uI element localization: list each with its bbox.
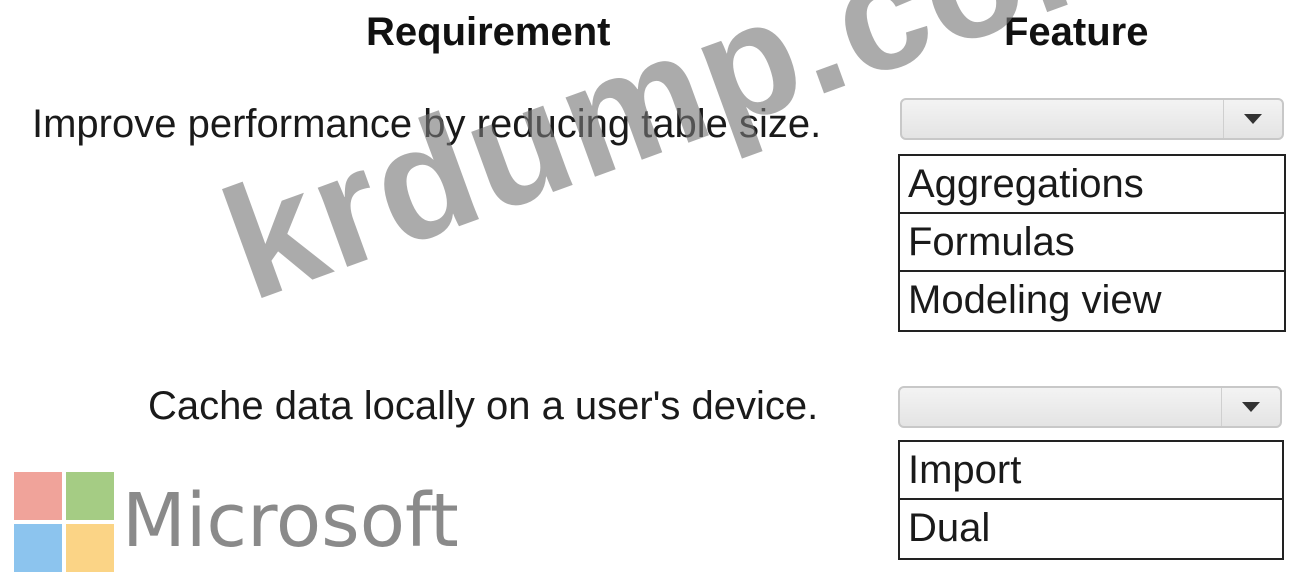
- option-list-2: Import Dual: [898, 440, 1284, 560]
- chevron-down-icon: [1242, 402, 1260, 412]
- feature-dropdown-1[interactable]: [900, 98, 1284, 140]
- feature-dropdown-2[interactable]: [898, 386, 1282, 428]
- logo-square-blue: [14, 524, 62, 572]
- option-formulas[interactable]: Formulas: [900, 214, 1284, 272]
- requirement-header: Requirement: [366, 10, 611, 54]
- microsoft-logo-icon: [14, 472, 114, 572]
- option-list-1: Aggregations Formulas Modeling view: [898, 154, 1286, 332]
- option-dual[interactable]: Dual: [900, 500, 1282, 558]
- logo-square-yellow: [66, 524, 114, 572]
- option-aggregations[interactable]: Aggregations: [900, 156, 1284, 214]
- requirement-text-1: Improve performance by reducing table si…: [32, 102, 822, 146]
- logo-square-red: [14, 472, 62, 520]
- option-import[interactable]: Import: [900, 442, 1282, 500]
- dropdown-toggle-2[interactable]: [1221, 388, 1280, 426]
- feature-header: Feature: [1004, 10, 1149, 54]
- microsoft-wordmark: Microsoft: [122, 478, 459, 564]
- dropdown-toggle-1[interactable]: [1223, 100, 1282, 138]
- chevron-down-icon: [1244, 114, 1262, 124]
- requirement-text-2: Cache data locally on a user's device.: [148, 384, 819, 428]
- option-modeling-view[interactable]: Modeling view: [900, 272, 1284, 330]
- logo-square-green: [66, 472, 114, 520]
